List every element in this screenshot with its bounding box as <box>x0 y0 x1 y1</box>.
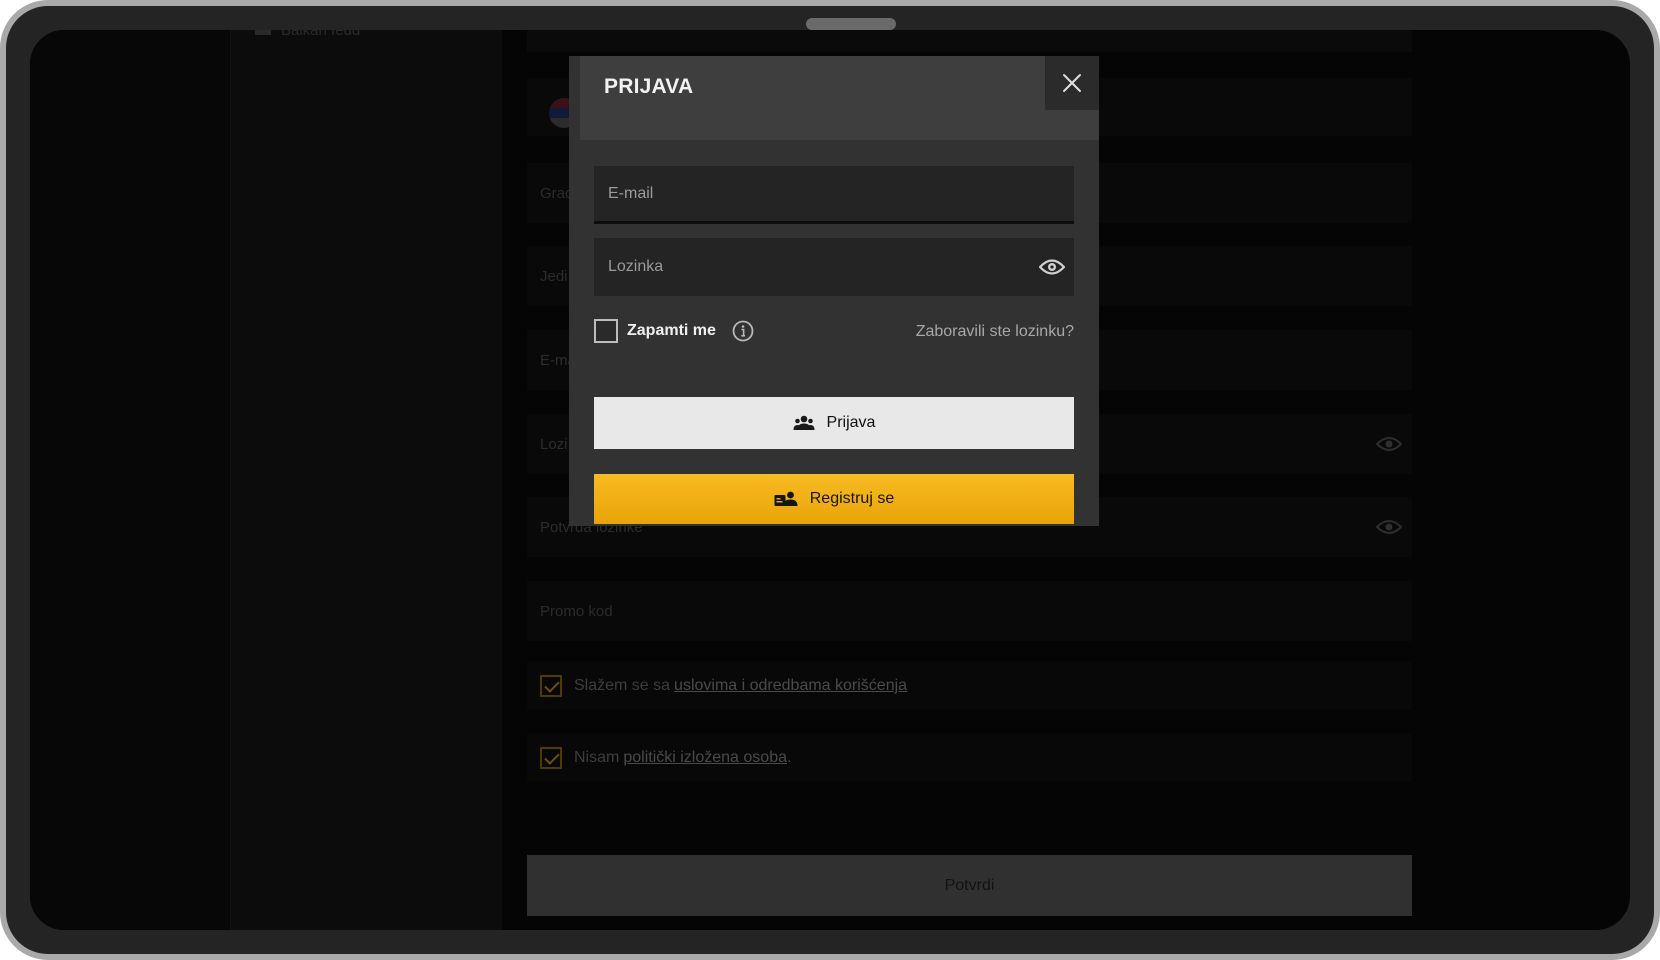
screen: Balkan feud Grad Jedi E-ma Lozi Potvrda … <box>30 30 1630 930</box>
pep-row: Nisam politički izložena osoba. <box>527 734 1412 782</box>
confirm-password-eye-icon[interactable] <box>1376 519 1402 535</box>
pep-checkbox[interactable] <box>540 747 562 769</box>
terms-link[interactable]: uslovima i odredbama korišćenja <box>674 677 907 695</box>
pep-text: Nisam <box>574 749 620 766</box>
device-notch <box>806 18 896 30</box>
register-button[interactable]: Registruj se <box>594 474 1074 524</box>
register-button-label: Registruj se <box>809 490 895 507</box>
terms-checkbox[interactable] <box>540 675 562 697</box>
remember-me-label: Zapamti me <box>627 322 716 339</box>
promo-code-field[interactable]: Promo kod <box>527 581 1412 641</box>
forgot-password-link[interactable]: Zaboravili ste lozinku? <box>916 323 1074 341</box>
sidebar-link-icon <box>255 30 271 36</box>
tablet-frame: Balkan feud Grad Jedi E-ma Lozi Potvrda … <box>0 0 1660 960</box>
form-field-top <box>527 30 1412 52</box>
pep-link[interactable]: politički izložena osoba <box>623 749 787 767</box>
bg-password-label: Lozi <box>540 435 568 453</box>
show-password-button[interactable] <box>1038 256 1066 278</box>
user-card-icon <box>774 491 798 506</box>
password-input[interactable] <box>594 238 1074 296</box>
confirm-button[interactable]: Potvrdi <box>527 855 1412 916</box>
email-input[interactable] <box>594 166 1074 224</box>
eye-icon <box>1039 259 1065 275</box>
login-button-label: Prijava <box>826 414 876 431</box>
promo-code-label: Promo kod <box>540 602 613 620</box>
terms-text: Slažem se sa <box>574 677 671 694</box>
modal-title: PRIJAVA <box>604 75 694 98</box>
left-sidebar <box>30 30 230 930</box>
login-modal: PRIJAVA Zapamti me <box>569 56 1099 526</box>
close-button[interactable] <box>1045 56 1099 110</box>
pep-suffix: . <box>787 749 792 766</box>
close-icon <box>1063 74 1081 92</box>
secondary-sidebar: Balkan feud <box>230 30 502 930</box>
id-field-label: Jedi <box>540 267 568 285</box>
remember-me[interactable]: Zapamti me <box>594 319 716 343</box>
remember-me-checkbox[interactable] <box>594 319 618 343</box>
login-button[interactable]: Prijava <box>594 397 1074 449</box>
sidebar-link[interactable]: Balkan feud <box>255 30 360 39</box>
users-icon <box>793 415 815 430</box>
bg-password-eye-icon[interactable] <box>1376 436 1402 452</box>
modal-header: PRIJAVA <box>580 56 1099 140</box>
info-icon[interactable] <box>731 319 755 343</box>
terms-row: Slažem se sa uslovima i odredbama korišć… <box>527 662 1412 710</box>
sidebar-link-label: Balkan feud <box>281 30 361 39</box>
